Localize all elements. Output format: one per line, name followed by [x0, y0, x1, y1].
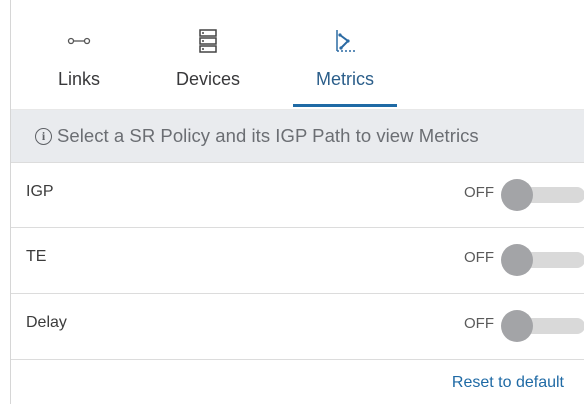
- metric-row-igp: IGP OFF: [11, 162, 584, 226]
- toggle-knob: [501, 310, 533, 342]
- tab-links[interactable]: Links: [47, 0, 111, 110]
- toggle-state-text-delay: OFF: [464, 315, 494, 332]
- toggle-state-text-igp: OFF: [464, 184, 494, 201]
- info-icon: i: [35, 127, 52, 145]
- tab-devices[interactable]: Devices: [163, 0, 253, 110]
- toggle-state-text-te: OFF: [464, 249, 494, 266]
- metric-label-delay: Delay: [26, 314, 67, 331]
- links-icon: [66, 28, 92, 54]
- devices-icon: [195, 28, 221, 54]
- reset-to-default-link[interactable]: Reset to default: [452, 374, 564, 392]
- tab-devices-label: Devices: [175, 69, 241, 89]
- metric-row-te: TE OFF: [11, 227, 584, 291]
- metrics-icon: [332, 28, 358, 54]
- igp-toggle[interactable]: [501, 179, 584, 211]
- active-tab-indicator: [293, 104, 397, 107]
- info-banner-text: Select a SR Policy and its IGP Path to v…: [57, 125, 479, 146]
- toggle-knob: [501, 179, 533, 211]
- metric-label-igp: IGP: [26, 183, 54, 200]
- info-banner: i Select a SR Policy and its IGP Path to…: [11, 110, 584, 162]
- tab-links-label: Links: [57, 69, 101, 89]
- metric-row-delay: Delay OFF: [11, 293, 584, 357]
- toggle-knob: [501, 244, 533, 276]
- tab-bar: Links Devices Metrics: [11, 0, 584, 110]
- tab-metrics[interactable]: Metrics: [293, 0, 397, 110]
- metrics-panel: Links Devices Metrics i Select a SR Poli…: [0, 0, 584, 404]
- delay-toggle[interactable]: [501, 310, 584, 342]
- metric-label-te: TE: [26, 248, 47, 265]
- te-toggle[interactable]: [501, 244, 584, 276]
- footer-divider: [11, 359, 584, 360]
- tab-metrics-label: Metrics: [316, 69, 374, 89]
